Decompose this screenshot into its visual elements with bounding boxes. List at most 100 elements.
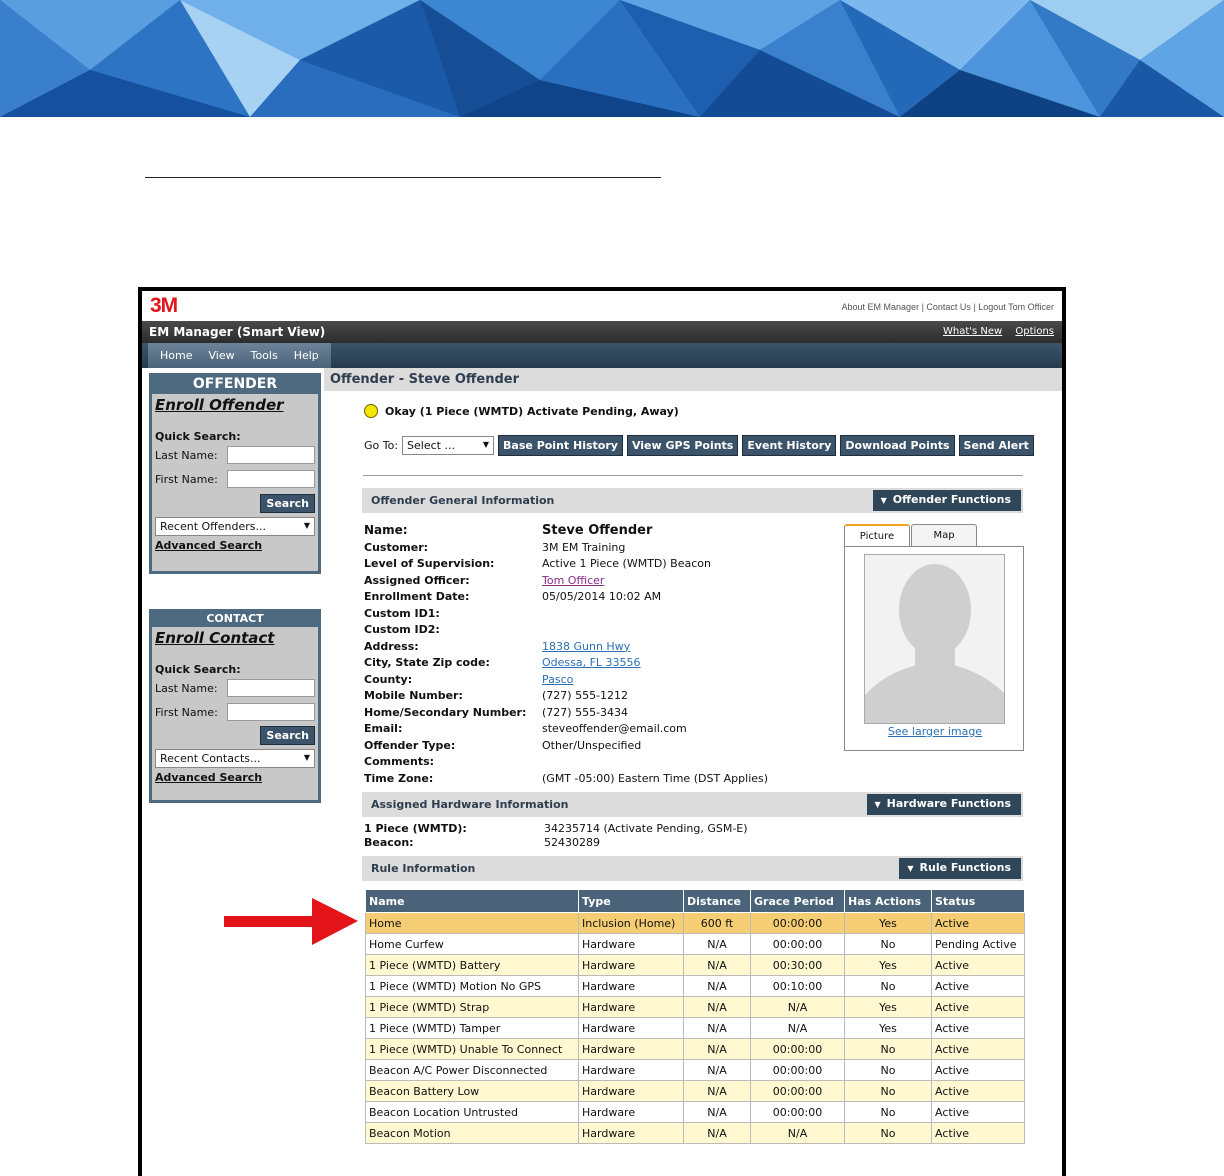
info-row: County: Pasco <box>364 672 574 686</box>
enroll-contact-link[interactable]: Enroll Contact <box>152 627 318 649</box>
table-cell: 00:00:00 <box>750 1080 845 1102</box>
tab-map[interactable]: Map <box>911 524 977 546</box>
table-row[interactable]: Home Curfew Hardware N/A 00:00:00 No Pending … <box>365 933 1025 955</box>
see-larger-image-link[interactable]: See larger image <box>888 725 982 738</box>
last-name-label: Last Name: <box>155 681 218 695</box>
rules-header-row: Name Type Distance Grace Period Has Acti… <box>365 889 1025 913</box>
table-cell: N/A <box>683 1059 751 1081</box>
hardware-fields: 1 Piece (WMTD): 34235714 (Activate Pendin… <box>364 821 748 849</box>
contact-last-name-input[interactable] <box>227 679 315 697</box>
hardware-functions-button[interactable]: ▼ Hardware Functions <box>866 794 1021 815</box>
tab-picture[interactable]: Picture <box>844 524 910 546</box>
col-status[interactable]: Status <box>931 889 1025 913</box>
address-link[interactable]: 1838 Gunn Hwy <box>542 640 630 653</box>
table-cell: 1 Piece (WMTD) Strap <box>365 996 579 1018</box>
table-cell: Active <box>931 1122 1025 1144</box>
info-row: Custom ID1: <box>364 606 440 620</box>
menu-help[interactable]: Help <box>286 349 327 362</box>
recent-offenders-select[interactable]: Recent Offenders... ▼ <box>155 517 315 536</box>
offender-last-name-input[interactable] <box>227 446 315 464</box>
table-cell: Active <box>931 954 1025 976</box>
table-row[interactable]: Beacon Battery Low Hardware N/A 00:00:00 No A… <box>365 1080 1025 1102</box>
offender-search-button[interactable]: Search <box>260 494 315 513</box>
triangle-down-icon: ▼ <box>874 800 881 809</box>
table-cell: 1 Piece (WMTD) Motion No GPS <box>365 975 579 997</box>
menu-home[interactable]: Home <box>152 349 200 362</box>
recent-contacts-select[interactable]: Recent Contacts... ▼ <box>155 749 315 768</box>
red-arrow-icon <box>222 895 362 955</box>
info-row: Level of Supervision: Active 1 Piece (WMT… <box>364 557 711 571</box>
table-cell: 600 ft <box>683 912 751 934</box>
contact-advanced-search-link[interactable]: Advanced Search <box>152 768 318 786</box>
col-name[interactable]: Name <box>365 889 579 913</box>
table-cell: Beacon Battery Low <box>365 1080 579 1102</box>
info-row: Email: steveoffender@email.com <box>364 722 687 736</box>
menu-tools[interactable]: Tools <box>243 349 286 362</box>
table-cell: No <box>844 975 932 997</box>
table-cell: Home <box>365 912 579 934</box>
rules-table: Name Type Distance Grace Period Has Acti… <box>365 889 1025 1144</box>
table-cell: Beacon Motion <box>365 1122 579 1144</box>
title-underline <box>145 177 661 178</box>
col-type[interactable]: Type <box>578 889 684 913</box>
top-strip: 3M About EM Manager | Contact Us | Logou… <box>142 291 1062 321</box>
table-row[interactable]: Beacon Location Untrusted Hardware N/A 00:0… <box>365 1101 1025 1123</box>
table-cell: Hardware <box>578 1080 684 1102</box>
send-alert-button[interactable]: Send Alert <box>958 435 1034 456</box>
view-gps-points-button[interactable]: View GPS Points <box>626 435 739 456</box>
logout-link[interactable]: Logout Tom Officer <box>978 302 1054 312</box>
table-row[interactable]: 1 Piece (WMTD) Tamper Hardware N/A N/A Yes Ac… <box>365 1017 1025 1039</box>
first-name-label: First Name: <box>155 705 218 719</box>
rule-functions-button[interactable]: ▼ Rule Functions <box>899 858 1021 879</box>
larger-image-wrap: See larger image <box>845 725 1025 738</box>
county-link[interactable]: Pasco <box>542 673 573 686</box>
picture-map-tabs: Picture Map <box>844 524 977 546</box>
picture-panel: See larger image <box>844 546 1024 751</box>
offender-functions-button[interactable]: ▼ Offender Functions <box>872 490 1021 511</box>
offender-first-name-input[interactable] <box>227 470 315 488</box>
table-row[interactable]: Beacon A/C Power Disconnected Hardware N/A… <box>365 1059 1025 1081</box>
table-row[interactable]: Home Inclusion (Home) 600 ft 00:00:00 Yes Act… <box>365 912 1025 934</box>
base-point-history-button[interactable]: Base Point History <box>498 435 623 456</box>
table-cell: Home Curfew <box>365 933 579 955</box>
offender-advanced-search-link[interactable]: Advanced Search <box>152 536 318 554</box>
event-history-button[interactable]: Event History <box>742 435 837 456</box>
hardware-info-title: Assigned Hardware Information <box>371 798 569 811</box>
divider <box>363 475 1023 476</box>
contact-search-button[interactable]: Search <box>260 726 315 745</box>
download-points-button[interactable]: Download Points <box>840 435 955 456</box>
table-cell: N/A <box>683 1101 751 1123</box>
col-distance[interactable]: Distance <box>683 889 751 913</box>
table-row[interactable]: 1 Piece (WMTD) Motion No GPS Hardware N/A 0… <box>365 975 1025 997</box>
info-row: Address: 1838 Gunn Hwy <box>364 639 631 653</box>
city-state-link[interactable]: Odessa, FL 33556 <box>542 656 641 669</box>
table-cell: Active <box>931 1059 1025 1081</box>
assigned-officer-link[interactable]: Tom Officer <box>542 574 604 587</box>
table-cell: N/A <box>683 1080 751 1102</box>
app-title-bar: EM Manager (Smart View) What's New Optio… <box>142 321 1062 343</box>
whats-new-link[interactable]: What's New <box>943 326 1002 337</box>
contact-first-name-input[interactable] <box>227 703 315 721</box>
about-link[interactable]: About EM Manager <box>842 302 920 312</box>
table-row[interactable]: Beacon Motion Hardware N/A N/A No Active <box>365 1122 1025 1144</box>
table-row[interactable]: 1 Piece (WMTD) Unable To Connect Hardware… <box>365 1038 1025 1060</box>
table-cell: N/A <box>683 996 751 1018</box>
goto-select[interactable]: Select ... ▼ <box>402 436 495 455</box>
table-cell: No <box>844 1038 932 1060</box>
enroll-offender-link[interactable]: Enroll Offender <box>152 394 318 416</box>
col-has-actions[interactable]: Has Actions <box>844 889 932 913</box>
rules-body: Home Inclusion (Home) 600 ft 00:00:00 Yes Act… <box>365 912 1025 1144</box>
table-row[interactable]: 1 Piece (WMTD) Battery Hardware N/A 00:30:0… <box>365 954 1025 976</box>
offender-photo-placeholder-icon[interactable] <box>864 554 1005 724</box>
table-row[interactable]: 1 Piece (WMTD) Strap Hardware N/A N/A Yes Act… <box>365 996 1025 1018</box>
info-row: Customer: 3M EM Training <box>364 540 626 554</box>
table-cell: Hardware <box>578 996 684 1018</box>
menu-view[interactable]: View <box>200 349 242 362</box>
table-cell: Yes <box>844 912 932 934</box>
table-cell: N/A <box>683 1017 751 1039</box>
options-link[interactable]: Options <box>1015 326 1054 337</box>
last-name-row: Last Name: <box>152 443 318 467</box>
contact-us-link[interactable]: Contact Us <box>926 302 971 312</box>
col-grace-period[interactable]: Grace Period <box>750 889 845 913</box>
status-line: Okay (1 Piece (WMTD) Activate Pending, A… <box>364 404 679 418</box>
